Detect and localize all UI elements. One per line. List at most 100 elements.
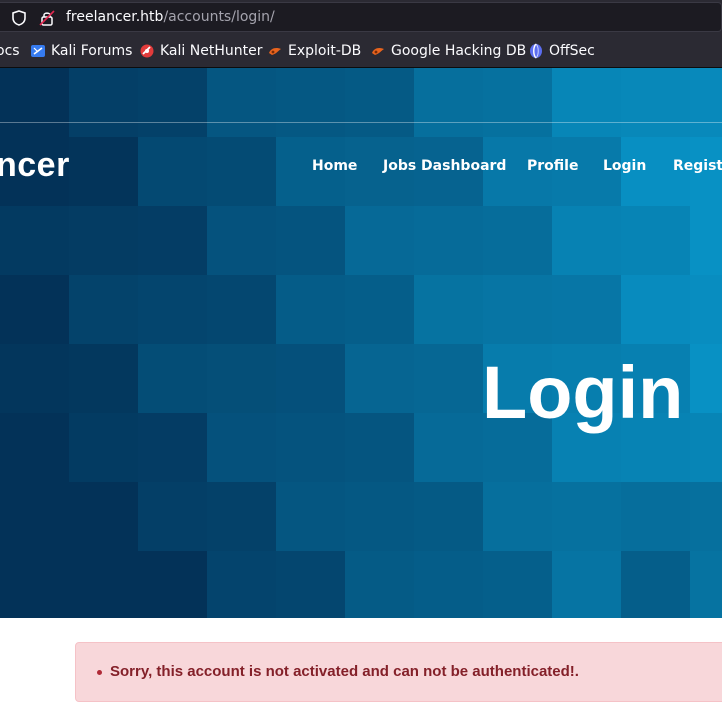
mosaic-tile (690, 344, 722, 413)
mosaic-tile (483, 68, 552, 137)
mosaic-tile (345, 275, 414, 344)
mosaic-tile (138, 344, 207, 413)
exploit-db-icon (269, 48, 281, 55)
shield-icon[interactable] (10, 9, 28, 27)
mosaic-tile (414, 551, 483, 618)
hero-banner: ncer Home Jobs Dashboard Profile Login R… (0, 68, 722, 618)
nav-home[interactable]: Home (312, 158, 357, 174)
main-nav: Home Jobs Dashboard Profile Login Regist… (0, 158, 722, 178)
bookmark-docs[interactable]: ocs (0, 43, 20, 59)
mosaic-tile (690, 275, 722, 344)
mosaic-tile (345, 482, 414, 551)
header-divider (0, 122, 722, 123)
mosaic-tile (69, 413, 138, 482)
nav-jobs-dashboard[interactable]: Jobs Dashboard (383, 158, 506, 174)
mosaic-tile (138, 551, 207, 618)
mosaic-tile (207, 344, 276, 413)
bookmark-label: Exploit-DB (288, 43, 362, 59)
mosaic-tile (414, 206, 483, 275)
url-path: /accounts/login/ (163, 9, 275, 25)
page-title: Login (482, 351, 684, 434)
mosaic-tile (483, 206, 552, 275)
mosaic-tile (207, 551, 276, 618)
mosaic-tile (483, 551, 552, 618)
mosaic-tile (345, 551, 414, 618)
mosaic-tile (207, 275, 276, 344)
mosaic-tile (0, 413, 69, 482)
lock-icon[interactable] (38, 9, 56, 27)
nav-login[interactable]: Login (603, 158, 646, 174)
bullet-icon (97, 670, 102, 675)
mosaic-tile (69, 206, 138, 275)
mosaic-tile (690, 482, 722, 551)
mosaic-tile (345, 68, 414, 137)
mosaic-tile (276, 68, 345, 137)
mosaic-tile (621, 68, 690, 137)
error-list: Sorry, this account is not activated and… (97, 663, 579, 680)
mosaic-tile (552, 206, 621, 275)
mosaic-tile (276, 275, 345, 344)
mosaic-tile (552, 482, 621, 551)
mosaic-tile (0, 68, 69, 137)
url-host: freelancer.htb (66, 9, 164, 25)
mosaic-tile (69, 275, 138, 344)
bookmark-google-hacking-db[interactable]: Google Hacking DB (370, 43, 526, 59)
bookmark-kali-forums[interactable]: Kali Forums (30, 43, 132, 59)
mosaic-tile (414, 275, 483, 344)
mosaic-tile (0, 275, 69, 344)
kali-nethunter-icon (140, 44, 154, 58)
mosaic-tile (276, 482, 345, 551)
mosaic-tile (0, 482, 69, 551)
bookmark-offsec[interactable]: OffSec (528, 43, 595, 59)
mosaic-tile (552, 68, 621, 137)
mosaic-tile (690, 413, 722, 482)
mosaic-tile (138, 68, 207, 137)
mosaic-tile (621, 551, 690, 618)
mosaic-tile (69, 551, 138, 618)
mosaic-tile (414, 68, 483, 137)
hero-mosaic-background (0, 68, 722, 618)
mosaic-tile (69, 68, 138, 137)
mosaic-tile (552, 551, 621, 618)
url-text[interactable]: freelancer.htb/accounts/login/ (66, 9, 275, 25)
bookmark-label: Kali Forums (51, 43, 133, 59)
bookmark-kali-nethunter[interactable]: Kali NetHunter (139, 43, 262, 59)
mosaic-tile (690, 68, 722, 137)
bookmark-label: ocs (0, 43, 20, 59)
mosaic-tile (276, 413, 345, 482)
bookmarks-toolbar: ocs Kali Forums Kali NetHunter Exploit-D… (0, 36, 722, 68)
mosaic-tile (276, 206, 345, 275)
error-message: Sorry, this account is not activated and… (110, 663, 579, 680)
bookmark-label: Google Hacking DB (391, 43, 527, 59)
kali-forums-icon (31, 45, 45, 57)
browser-url-bar: freelancer.htb/accounts/login/ (0, 0, 722, 36)
mosaic-tile (345, 413, 414, 482)
mosaic-tile (345, 344, 414, 413)
mosaic-tile (276, 551, 345, 618)
mosaic-tile (138, 482, 207, 551)
mosaic-tile (483, 275, 552, 344)
mosaic-tile (69, 482, 138, 551)
mosaic-tile (414, 344, 483, 413)
mosaic-tile (138, 206, 207, 275)
mosaic-tile (483, 482, 552, 551)
error-alert: Sorry, this account is not activated and… (75, 642, 722, 702)
mosaic-tile (414, 482, 483, 551)
address-field[interactable]: freelancer.htb/accounts/login/ (0, 2, 722, 32)
ghdb-icon (372, 48, 384, 55)
mosaic-tile (690, 551, 722, 618)
mosaic-tile (207, 206, 276, 275)
mosaic-tile (207, 482, 276, 551)
nav-profile[interactable]: Profile (527, 158, 578, 174)
bookmark-exploit-db[interactable]: Exploit-DB (267, 43, 361, 59)
mosaic-tile (0, 551, 69, 618)
bookmark-label: OffSec (549, 43, 595, 59)
mosaic-tile (0, 344, 69, 413)
nav-register[interactable]: Registe (673, 158, 722, 174)
mosaic-tile (621, 275, 690, 344)
mosaic-tile (621, 482, 690, 551)
mosaic-tile (69, 344, 138, 413)
bookmark-label: Kali NetHunter (160, 43, 263, 59)
mosaic-tile (0, 206, 69, 275)
offsec-icon (530, 43, 542, 59)
